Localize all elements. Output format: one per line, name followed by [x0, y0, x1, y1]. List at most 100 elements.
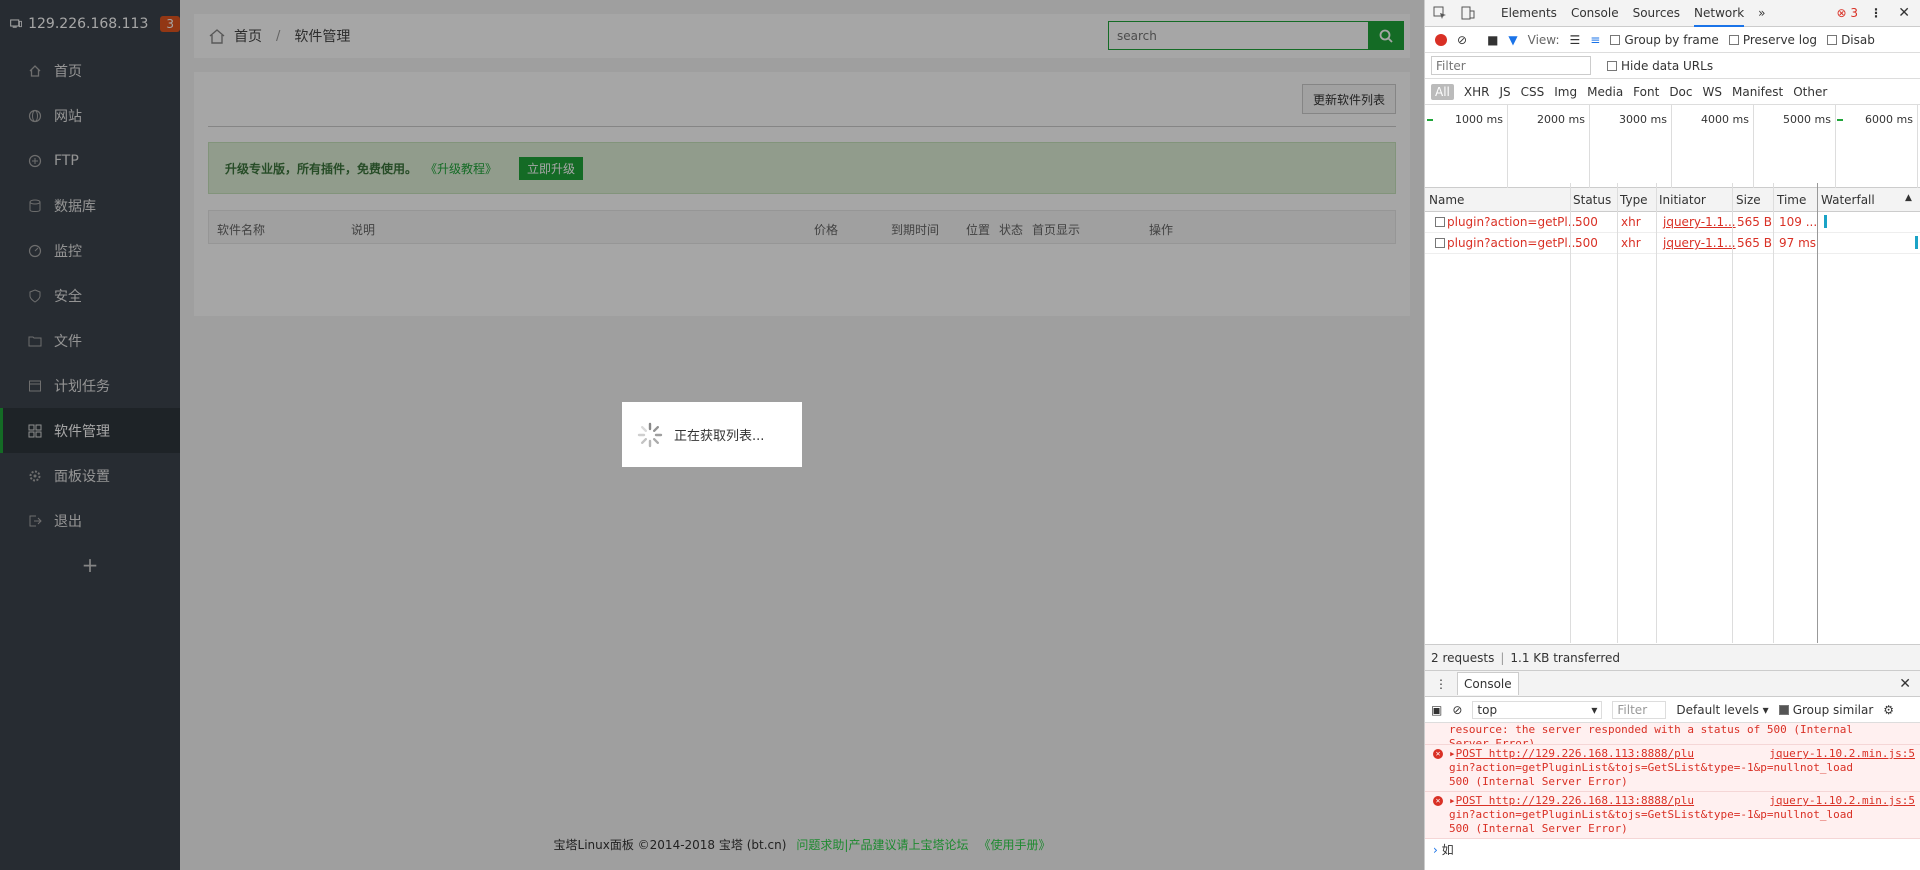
waterfall-view-icon[interactable]: ≡ — [1590, 33, 1600, 47]
message-source-link[interactable]: jquery-1.10.2.min.js:5 — [1769, 794, 1915, 808]
request-status: 500 — [1575, 215, 1598, 229]
list-view-icon[interactable]: ☰ — [1570, 33, 1581, 47]
console-error-message[interactable]: ✕ jquery-1.10.2.min.js:5 ▸POST http://12… — [1425, 792, 1920, 839]
row-checkbox — [1435, 238, 1445, 248]
timeline-gridline — [1589, 105, 1590, 188]
group-similar-label: Group similar — [1792, 702, 1874, 717]
tab-sources[interactable]: Sources — [1633, 6, 1680, 20]
request-size: 565 B — [1737, 236, 1772, 250]
type-filter-ws[interactable]: WS — [1703, 85, 1722, 99]
col-status[interactable]: Status — [1573, 193, 1611, 207]
waterfall-bar — [1824, 215, 1827, 228]
type-filter-manifest[interactable]: Manifest — [1732, 85, 1783, 99]
close-devtools-icon[interactable]: ✕ — [1898, 5, 1910, 21]
clear-icon[interactable]: ⊘ — [1457, 33, 1467, 47]
request-name[interactable]: plugin?action=getPl... — [1447, 236, 1579, 250]
message-source-link[interactable]: jquery-1.10.2.min.js:5 — [1769, 747, 1915, 761]
network-request-row[interactable]: plugin?action=getPl... 500 xhr jquery-1.… — [1425, 212, 1920, 233]
kebab-menu-icon[interactable]: ⋮ — [1870, 6, 1882, 20]
disable-cache-checkbox[interactable]: Disab — [1827, 33, 1875, 47]
console-error-message[interactable]: ✕ jquery-1.10.2.min.js:5 ▸POST http://12… — [1425, 745, 1920, 792]
chevron-down-icon: ▾ — [1591, 702, 1598, 717]
type-filter-js[interactable]: JS — [1499, 85, 1510, 99]
type-filter-all[interactable]: All — [1431, 83, 1454, 100]
tab-elements[interactable]: Elements — [1501, 6, 1557, 20]
tab-more[interactable]: » — [1758, 6, 1765, 20]
device-toggle-icon[interactable] — [1461, 6, 1475, 20]
footer: 宝塔Linux面板 ©2014-2018 宝塔 (bt.cn) 问题求助|产品建… — [180, 818, 1424, 870]
group-by-frame-label: Group by frame — [1624, 32, 1719, 47]
resource-type-filters: All XHR JS CSS Img Media Font Doc WS Manifest Othe… — [1425, 79, 1920, 105]
type-filter-media[interactable]: Media — [1587, 85, 1623, 99]
drawer-tab-console[interactable]: Console — [1457, 672, 1519, 695]
network-timeline[interactable]: 1000 ms 2000 ms 3000 ms 4000 ms 5000 ms 6000 … — [1425, 105, 1920, 188]
tab-console[interactable]: Console — [1571, 6, 1619, 20]
footer-forum-link[interactable]: 问题求助|产品建议请上宝塔论坛 — [796, 836, 968, 853]
close-drawer-icon[interactable]: ✕ — [1899, 676, 1911, 692]
devtools-panel: Elements Console Sources Network » ⊗ 3 ⋮… — [1424, 0, 1920, 870]
request-time: 97 ms — [1779, 236, 1817, 250]
console-message-partial: resource: the server responded with a st… — [1425, 723, 1920, 745]
timeline-gridline — [1835, 105, 1836, 188]
filter-funnel-icon[interactable]: ▼ — [1508, 33, 1517, 47]
record-icon[interactable] — [1435, 33, 1447, 46]
bt-panel-app: 129.226.168.113 3 首页 网站 FTP 数据库 监控 安全 文件 计划任务 软件… — [0, 0, 1424, 870]
message-url[interactable]: POST http://129.226.168.113:8888/plu — [1456, 747, 1694, 760]
col-size[interactable]: Size — [1736, 193, 1761, 207]
col-initiator[interactable]: Initiator — [1659, 193, 1706, 207]
request-size: 565 B — [1737, 215, 1772, 229]
network-table-header: Name Status Type Initiator Size Time Wat… — [1425, 188, 1920, 212]
message-status: 500 (Internal Server Error) — [1449, 822, 1628, 835]
type-filter-xhr[interactable]: XHR — [1464, 85, 1490, 99]
request-count: 2 requests — [1431, 650, 1495, 665]
context-selector[interactable]: top ▾ — [1472, 700, 1603, 719]
request-initiator[interactable]: jquery-1.1... — [1663, 236, 1736, 250]
transferred-size: 1.1 KB transferred — [1510, 650, 1621, 665]
col-type[interactable]: Type — [1620, 193, 1648, 207]
error-icon: ⊗ — [1836, 6, 1847, 20]
default-levels-dropdown[interactable]: Default levels ▾ — [1676, 703, 1768, 717]
preserve-log-checkbox[interactable]: Preserve log — [1728, 32, 1818, 47]
group-by-frame-checkbox[interactable]: Group by frame — [1610, 32, 1719, 47]
timeline-gridline — [1507, 105, 1508, 188]
network-toolbar: ⊘ ■ ▼ View: ☰ ≡ Group by frame Preserve … — [1425, 27, 1920, 53]
request-initiator[interactable]: jquery-1.1... — [1663, 215, 1736, 229]
drawer-menu-icon[interactable]: ⋮ — [1435, 677, 1447, 691]
network-filter-input[interactable] — [1431, 56, 1591, 75]
type-filter-img[interactable]: Img — [1554, 85, 1577, 99]
camera-icon[interactable]: ■ — [1487, 33, 1498, 47]
timeline-label: 6000 ms — [1865, 113, 1913, 126]
context-value: top — [1477, 702, 1498, 717]
preserve-log-label: Preserve log — [1742, 32, 1818, 47]
group-similar-checkbox[interactable]: Group similar — [1778, 702, 1874, 717]
type-filter-other[interactable]: Other — [1793, 85, 1827, 99]
sidebar-toggle-icon[interactable]: ▣ — [1431, 703, 1442, 717]
message-status: 500 (Internal Server Error) — [1449, 775, 1628, 788]
type-filter-font[interactable]: Font — [1633, 85, 1659, 99]
message-url[interactable]: POST http://129.226.168.113:8888/plu — [1456, 794, 1694, 807]
request-status: 500 — [1575, 236, 1598, 250]
col-time[interactable]: Time — [1777, 193, 1806, 207]
col-name[interactable]: Name — [1429, 193, 1464, 207]
error-counter[interactable]: ⊗ 3 — [1836, 6, 1858, 20]
console-clear-icon[interactable]: ⊘ — [1452, 703, 1462, 717]
col-waterfall[interactable]: Waterfall — [1821, 193, 1875, 207]
timeline-label: 5000 ms — [1783, 113, 1831, 126]
console-settings-icon[interactable]: ⚙ — [1883, 703, 1894, 717]
request-name[interactable]: plugin?action=getPl... — [1447, 215, 1579, 229]
error-icon: ✕ — [1433, 796, 1443, 806]
network-request-row[interactable]: plugin?action=getPl... 500 xhr jquery-1.… — [1425, 233, 1920, 254]
prompt-input[interactable]: 如 — [1442, 843, 1454, 857]
sort-arrow-icon[interactable]: ▲ — [1905, 193, 1912, 203]
hide-data-urls-checkbox[interactable]: Hide data URLs — [1607, 59, 1713, 73]
footer-manual-link[interactable]: 《使用手册》 — [978, 836, 1050, 853]
row-checkbox — [1435, 217, 1445, 227]
console-filter-input[interactable]: Filter — [1612, 700, 1667, 719]
inspect-icon[interactable] — [1433, 6, 1447, 20]
timeline-gridline — [1917, 105, 1918, 188]
type-filter-doc[interactable]: Doc — [1669, 85, 1692, 99]
console-prompt[interactable]: › 如 — [1425, 839, 1920, 860]
disable-cache-label: Disab — [1841, 32, 1875, 47]
tab-network[interactable]: Network — [1694, 0, 1745, 27]
type-filter-css[interactable]: CSS — [1521, 85, 1545, 99]
